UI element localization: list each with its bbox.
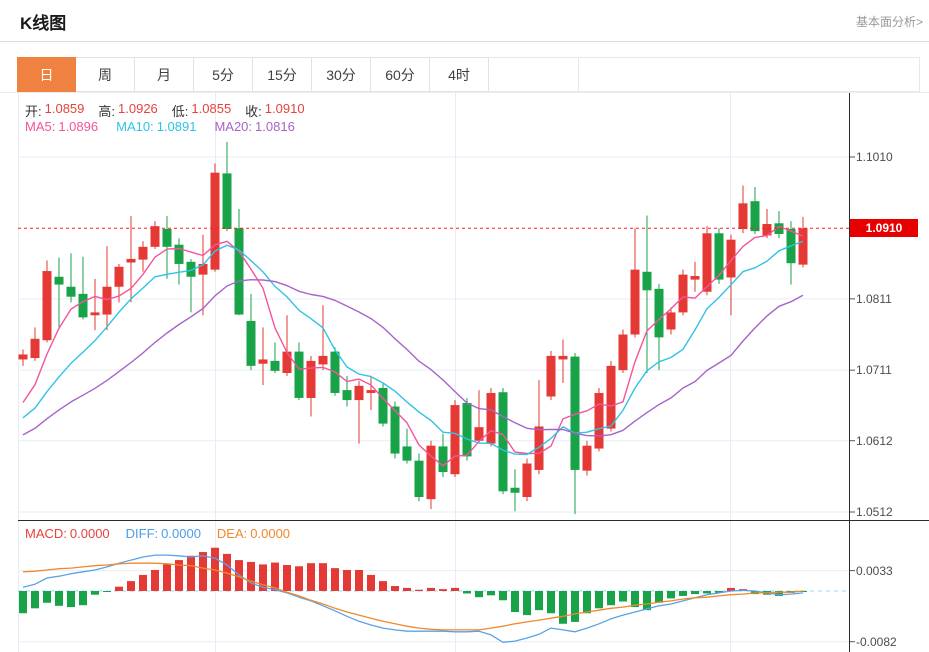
interval-tabbar: 日 周 月 5分 15分 30分 60分 4时: [17, 57, 920, 92]
price-tick-label: 1.1010: [856, 150, 893, 164]
ma10-readout: MA10: 1.0891: [116, 119, 197, 134]
current-price-tag: 1.0910: [850, 219, 918, 237]
tab-day[interactable]: 日: [17, 57, 76, 92]
tab-month[interactable]: 月: [135, 57, 194, 92]
price-tick-label: 1.0612: [856, 434, 893, 448]
tab-5min[interactable]: 5分: [194, 57, 253, 92]
price-tick-label: 1.0811: [856, 292, 892, 306]
tab-15min[interactable]: 15分: [253, 57, 312, 92]
price-tick-label: 1.0512: [856, 505, 893, 519]
tabbar-underline: [0, 92, 929, 93]
tab-week[interactable]: 周: [76, 57, 135, 92]
tabbar-spacer: [579, 57, 920, 92]
ma-legend: MA5: 1.0896 MA10: 1.0891 MA20: 1.0816: [25, 119, 295, 134]
ma5-readout: MA5: 1.0896: [25, 119, 99, 134]
price-tick-label: 1.0711: [856, 363, 892, 377]
tab-60min[interactable]: 60分: [371, 57, 430, 92]
close-readout: 收: 1.0910: [245, 101, 305, 119]
ma20-readout: MA20: 1.0816: [214, 119, 295, 134]
tabbar-spacer: [489, 57, 579, 92]
tab-30min[interactable]: 30分: [312, 57, 371, 92]
dea-readout: DEA: 0.0000: [216, 526, 291, 541]
diff-readout: DIFF: 0.0000: [125, 526, 201, 541]
macd-readout: MACD: 0.0000: [25, 526, 110, 541]
macd-tick-label: 0.0033: [856, 564, 893, 578]
ohlc-legend: 开: 1.0859 高: 1.0926 低: 1.0855 收: 1.0910: [25, 101, 305, 120]
header-divider: [0, 41, 929, 42]
page-title: K线图: [20, 14, 67, 33]
tab-4hour[interactable]: 4时: [430, 57, 489, 92]
open-readout: 开: 1.0859: [25, 101, 85, 119]
kline-chart-canvas[interactable]: [0, 0, 929, 652]
kline-app: K线图 基本面分析> 日 周 月 5分 15分 30分 60分 4时 开: 1.0…: [0, 0, 929, 652]
low-readout: 低: 1.0855: [171, 101, 232, 119]
macd-legend: MACD: 0.0000 DIFF: 0.0000 DEA: 0.0000: [25, 526, 290, 541]
fundamental-analysis-link[interactable]: 基本面分析>: [856, 13, 923, 30]
high-readout: 高: 1.0926: [98, 101, 158, 119]
macd-tick-label: -0.0082: [856, 635, 897, 649]
